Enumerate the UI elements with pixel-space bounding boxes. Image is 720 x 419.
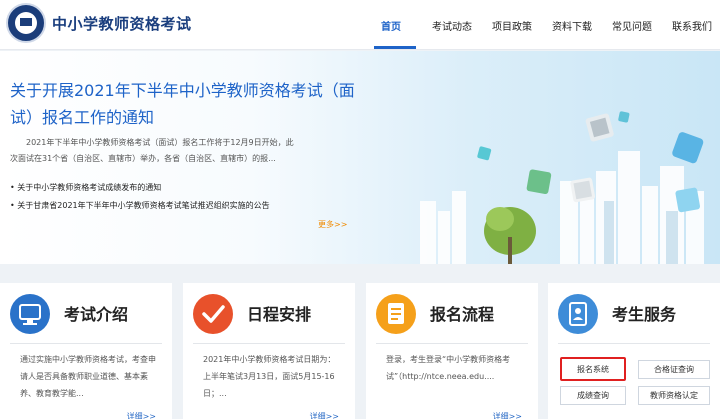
city-illustration <box>420 111 704 264</box>
book-icon <box>20 18 32 26</box>
nav-faq[interactable]: 常见问题 <box>612 18 652 33</box>
card-exam-intro: 考试介绍 通过实施中小学教师资格考试，考查申请人是否具备教师职业道德、基本素养、… <box>0 283 172 419</box>
headline-summary: 2021年下半年中小学教师资格考试（面试）报名工作将于12月9日开始，此次面试在… <box>10 138 294 163</box>
divider <box>558 343 710 344</box>
hero-banner: 关于开展2021年下半年中小学教师资格考试（面试）报名工作的通知 2021年下半… <box>0 51 720 264</box>
card-text: 登录，考生登录“中小学教师资格考试”（http://ntce.neea.edu.… <box>386 355 511 381</box>
nav-active-indicator <box>374 46 416 49</box>
notice-item[interactable]: 关于中小学教师资格考试成绩发布的通知 <box>10 179 350 197</box>
divider <box>193 343 345 344</box>
card-title[interactable]: 报名流程 <box>430 301 494 325</box>
teacher-certification-button[interactable]: 教师资格认定 <box>638 386 710 405</box>
card-registration-process: 报名流程 登录，考生登录“中小学教师资格考试”（http://ntce.neea… <box>366 283 538 419</box>
more-link[interactable]: 更多>> <box>318 219 347 230</box>
nav-contact[interactable]: 联系我们 <box>672 18 712 33</box>
card-text: 2021年中小学教师资格考试日期为：上半年笔试3月13日，面试5月15-16日；… <box>203 355 336 398</box>
score-query-button[interactable]: 成绩查询 <box>560 386 626 405</box>
headline-link[interactable]: 关于开展2021年下半年中小学教师资格考试（面试）报名工作的通知 <box>10 77 366 131</box>
notice-item[interactable]: 关于甘肃省2021年下半年中小学教师资格考试笔试推迟组织实施的公告 <box>10 197 350 215</box>
divider <box>10 343 162 344</box>
document-icon <box>376 294 416 334</box>
details-link[interactable]: 详细>> <box>127 411 156 419</box>
registration-system-button[interactable]: 报名系统 <box>560 357 626 381</box>
card-candidate-services: 考生服务 报名系统 合格证查询 成绩查询 教师资格认定 <box>548 283 720 419</box>
card-title[interactable]: 日程安排 <box>247 301 311 325</box>
divider <box>376 343 528 344</box>
site-title[interactable]: 中小学教师资格考试 <box>52 13 192 34</box>
nav-home[interactable]: 首页 <box>381 18 401 33</box>
details-link[interactable]: 详细>> <box>310 411 339 419</box>
nav-exam-news[interactable]: 考试动态 <box>432 18 472 33</box>
contacts-icon <box>558 294 598 334</box>
checkmark-icon <box>193 294 233 334</box>
card-schedule: 日程安排 2021年中小学教师资格考试日期为：上半年笔试3月13日，面试5月15… <box>183 283 355 419</box>
top-header: 中小学教师资格考试 首页 考试动态 项目政策 资料下载 常见问题 联系我们 <box>0 0 720 50</box>
notice-list: 关于中小学教师资格考试成绩发布的通知 关于甘肃省2021年下半年中小学教师资格考… <box>10 179 350 215</box>
nav-policy[interactable]: 项目政策 <box>492 18 532 33</box>
card-title[interactable]: 考试介绍 <box>64 301 128 325</box>
details-link[interactable]: 详细>> <box>493 411 522 419</box>
site-logo[interactable] <box>6 3 46 43</box>
certificate-query-button[interactable]: 合格证查询 <box>638 360 710 379</box>
card-text: 通过实施中小学教师资格考试，考查申请人是否具备教师职业道德、基本素养、教育教学能… <box>20 355 156 398</box>
card-title[interactable]: 考生服务 <box>612 301 676 325</box>
monitor-icon <box>10 294 50 334</box>
nav-downloads[interactable]: 资料下载 <box>552 18 592 33</box>
